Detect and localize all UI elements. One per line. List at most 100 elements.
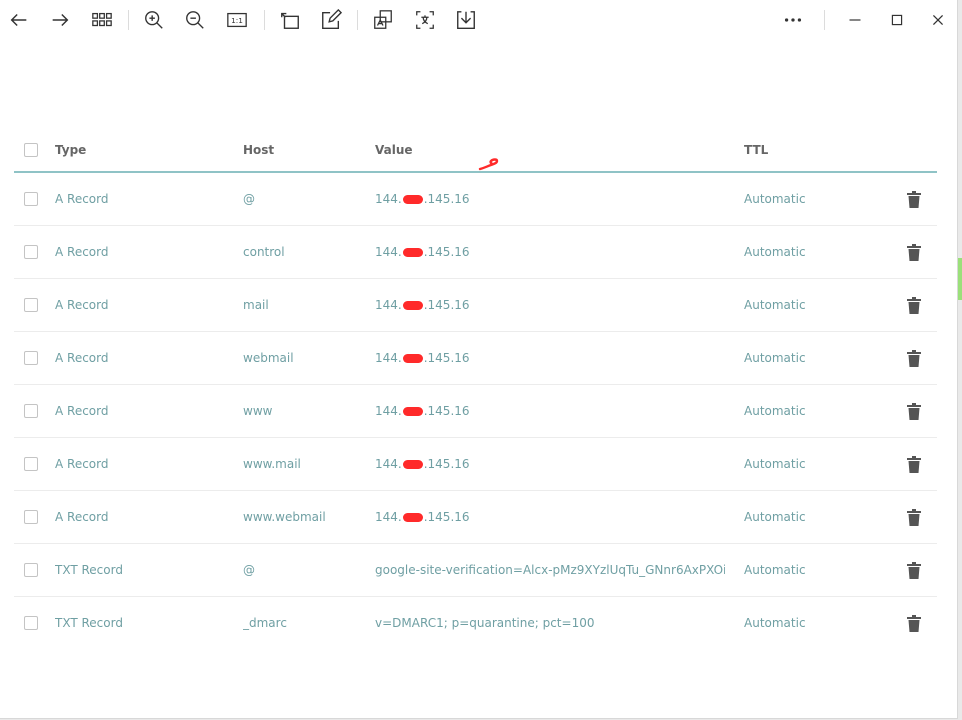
redaction-mark [402, 353, 423, 363]
row-checkbox[interactable] [24, 563, 38, 577]
trash-icon [907, 561, 921, 579]
viewer-window: 1:1 Type Host Value TTL A Record @ 144. … [0, 0, 958, 719]
row-checkbox-cell [24, 279, 44, 331]
column-header-type[interactable]: Type [55, 125, 235, 174]
record-value: google-site-verification=Alcx-pMz9XYzlUq… [375, 544, 725, 596]
row-checkbox-cell [24, 226, 44, 278]
record-type: A Record [55, 245, 109, 259]
trash-icon [907, 243, 921, 261]
column-header-ttl[interactable]: TTL [744, 125, 864, 174]
record-host: www [243, 404, 273, 418]
row-checkbox[interactable] [24, 192, 38, 206]
row-checkbox[interactable] [24, 404, 38, 418]
actual-size-button[interactable]: 1:1 [222, 5, 252, 35]
delete-record-button[interactable] [903, 279, 925, 331]
record-ttl: Automatic [744, 563, 806, 577]
record-ttl: Automatic [744, 192, 806, 206]
record-value: 144. .145.16 [375, 385, 725, 437]
more-icon [784, 18, 802, 22]
row-checkbox-cell [24, 173, 44, 225]
more-button[interactable] [778, 5, 808, 35]
toolbar: 1:1 [0, 0, 957, 42]
zoom-out-button[interactable] [180, 5, 210, 35]
record-type: A Record [55, 298, 109, 312]
redaction-mark [402, 512, 423, 522]
delete-record-button[interactable] [903, 597, 925, 649]
back-button[interactable] [4, 5, 34, 35]
record-type: A Record [55, 192, 109, 206]
record-host: @ [243, 192, 255, 206]
delete-record-button[interactable] [903, 491, 925, 543]
toolbar-separator [357, 10, 358, 30]
table-row[interactable]: TXT Record @ google-site-verification=Al… [14, 544, 937, 597]
record-value-start: 144. [375, 245, 402, 259]
edit-icon [322, 9, 342, 29]
record-type: A Record [55, 351, 109, 365]
trash-icon [907, 296, 921, 314]
maximize-button[interactable] [882, 5, 912, 35]
table-row[interactable]: A Record control 144. .145.16 Automatic [14, 226, 937, 279]
forward-button[interactable] [45, 5, 75, 35]
delete-record-button[interactable] [903, 544, 925, 596]
delete-record-button[interactable] [903, 385, 925, 437]
table-row[interactable]: A Record www.mail 144. .145.16 Automatic [14, 438, 937, 491]
column-header-host[interactable]: Host [243, 125, 363, 174]
row-checkbox[interactable] [24, 245, 38, 259]
delete-record-button[interactable] [903, 173, 925, 225]
table-row[interactable]: TXT Record _dmarc v=DMARC1; p=quarantine… [14, 597, 937, 649]
zoom-in-button[interactable] [139, 5, 169, 35]
record-ttl: Automatic [744, 404, 806, 418]
record-type: A Record [55, 404, 109, 418]
trash-icon [907, 349, 921, 367]
row-checkbox[interactable] [24, 351, 38, 365]
rotate-button[interactable] [275, 5, 305, 35]
red-scribble-mark [478, 158, 499, 171]
row-checkbox-cell [24, 385, 44, 437]
translate-button[interactable] [410, 5, 440, 35]
background-window-edge [958, 258, 962, 300]
record-value-start: 144. [375, 404, 402, 418]
table-row[interactable]: A Record www.webmail 144. .145.16 Automat… [14, 491, 937, 544]
edit-button[interactable] [316, 5, 346, 35]
table-row[interactable]: A Record @ 144. .145.16 Automatic [14, 173, 937, 226]
record-value-end: .145.16 [423, 351, 470, 365]
row-checkbox[interactable] [24, 298, 38, 312]
record-type: TXT Record [55, 616, 123, 630]
delete-record-button[interactable] [903, 438, 925, 490]
table-row[interactable]: A Record mail 144. .145.16 Automatic [14, 279, 937, 332]
table-row[interactable]: A Record www 144. .145.16 Automatic [14, 385, 937, 438]
close-button[interactable] [923, 5, 953, 35]
minimize-button[interactable] [840, 5, 870, 35]
record-host: mail [243, 298, 269, 312]
row-checkbox[interactable] [24, 510, 38, 524]
record-host: www.mail [243, 457, 301, 471]
record-type: A Record [55, 457, 109, 471]
record-type: TXT Record [55, 563, 123, 577]
column-header-value[interactable]: Value [375, 125, 725, 174]
row-checkbox-cell [24, 491, 44, 543]
minimize-icon [849, 19, 861, 21]
select-all-checkbox[interactable] [24, 142, 38, 157]
grid-icon [92, 12, 112, 27]
toolbar-separator [264, 10, 265, 30]
trash-icon [907, 455, 921, 473]
record-host: control [243, 245, 285, 259]
arrow-right-icon [52, 13, 69, 27]
table-header: Type Host Value TTL [14, 122, 937, 173]
row-checkbox[interactable] [24, 457, 38, 471]
copy-button[interactable] [368, 5, 398, 35]
table-row[interactable]: A Record webmail 144. .145.16 Automatic [14, 332, 937, 385]
record-ttl: Automatic [744, 510, 806, 524]
record-value: v=DMARC1; p=quarantine; pct=100 [375, 597, 725, 649]
record-value: 144. .145.16 [375, 226, 725, 278]
record-type: A Record [55, 510, 109, 524]
gallery-button[interactable] [87, 5, 117, 35]
redaction-mark [402, 406, 423, 416]
save-button[interactable] [451, 5, 481, 35]
row-checkbox[interactable] [24, 616, 38, 630]
trash-icon [907, 508, 921, 526]
delete-record-button[interactable] [903, 332, 925, 384]
table-body: A Record @ 144. .145.16 Automatic A Recor… [14, 173, 937, 649]
translate-icon [416, 11, 434, 29]
delete-record-button[interactable] [903, 226, 925, 278]
